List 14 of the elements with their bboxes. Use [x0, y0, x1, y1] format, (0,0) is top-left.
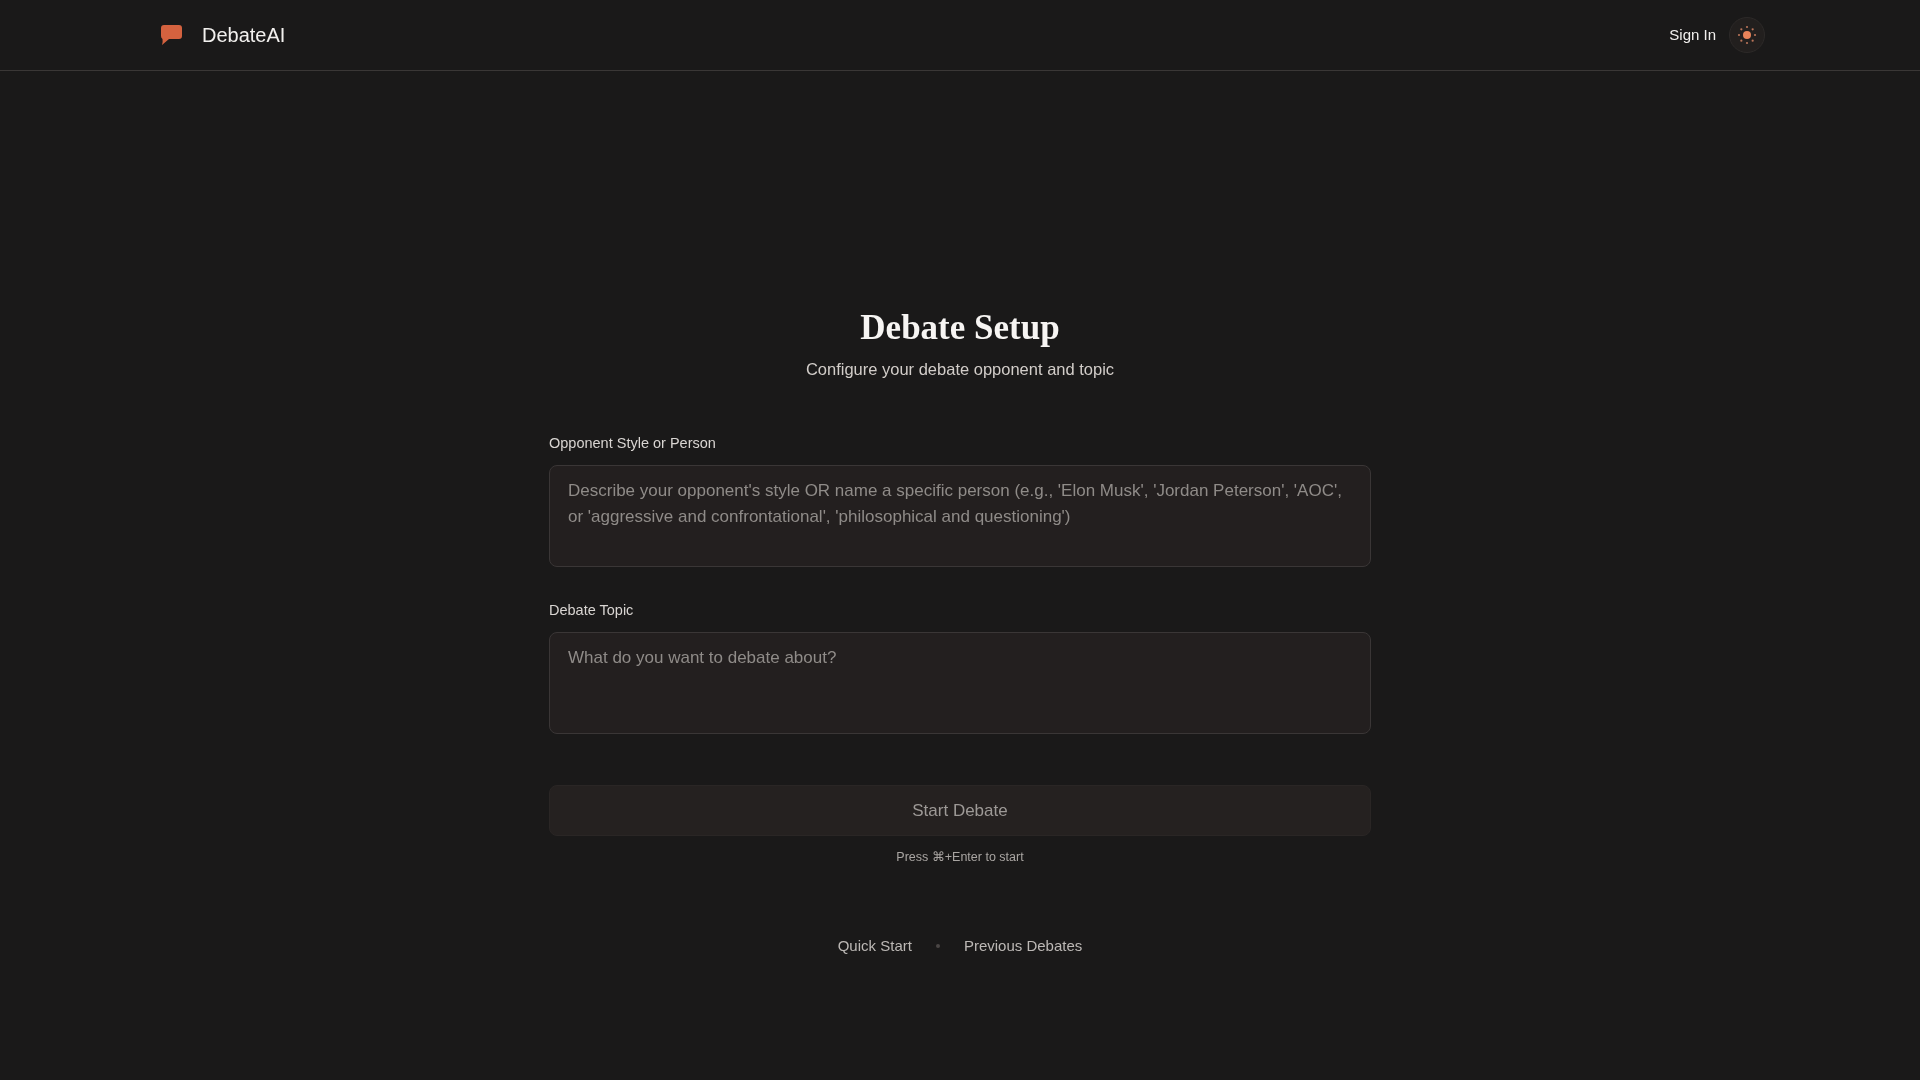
brand-name: DebateAI: [202, 23, 286, 48]
chat-bubble-logo-icon: [160, 24, 183, 46]
footer-link[interactable]: Quick Start: [837, 935, 912, 957]
theme-toggle-button[interactable]: [1729, 17, 1765, 53]
input-field[interactable]: What do you want to debate about?: [549, 632, 1371, 734]
page-title: Debate Setup: [860, 308, 1060, 348]
footer-link[interactable]: Previous Debates: [963, 935, 1083, 957]
field-label: Debate Topic: [549, 601, 635, 620]
sign-in-button[interactable]: Sign In: [1669, 24, 1716, 46]
input-field[interactable]: Describe your opponent's style OR name a specific person (e.g., 'Elon Musk', 'Jordan Peterson', 'AOC', or 'aggressive and confrontational', 'philosophical and questioning'): [549, 465, 1371, 567]
sun-icon: [1737, 25, 1757, 45]
field-label: Opponent Style or Person: [549, 434, 717, 453]
page-subtitle: Configure your debate opponent and topic: [805, 359, 1115, 380]
keyboard-hint: Press ⌘+Enter to start: [896, 849, 1024, 866]
